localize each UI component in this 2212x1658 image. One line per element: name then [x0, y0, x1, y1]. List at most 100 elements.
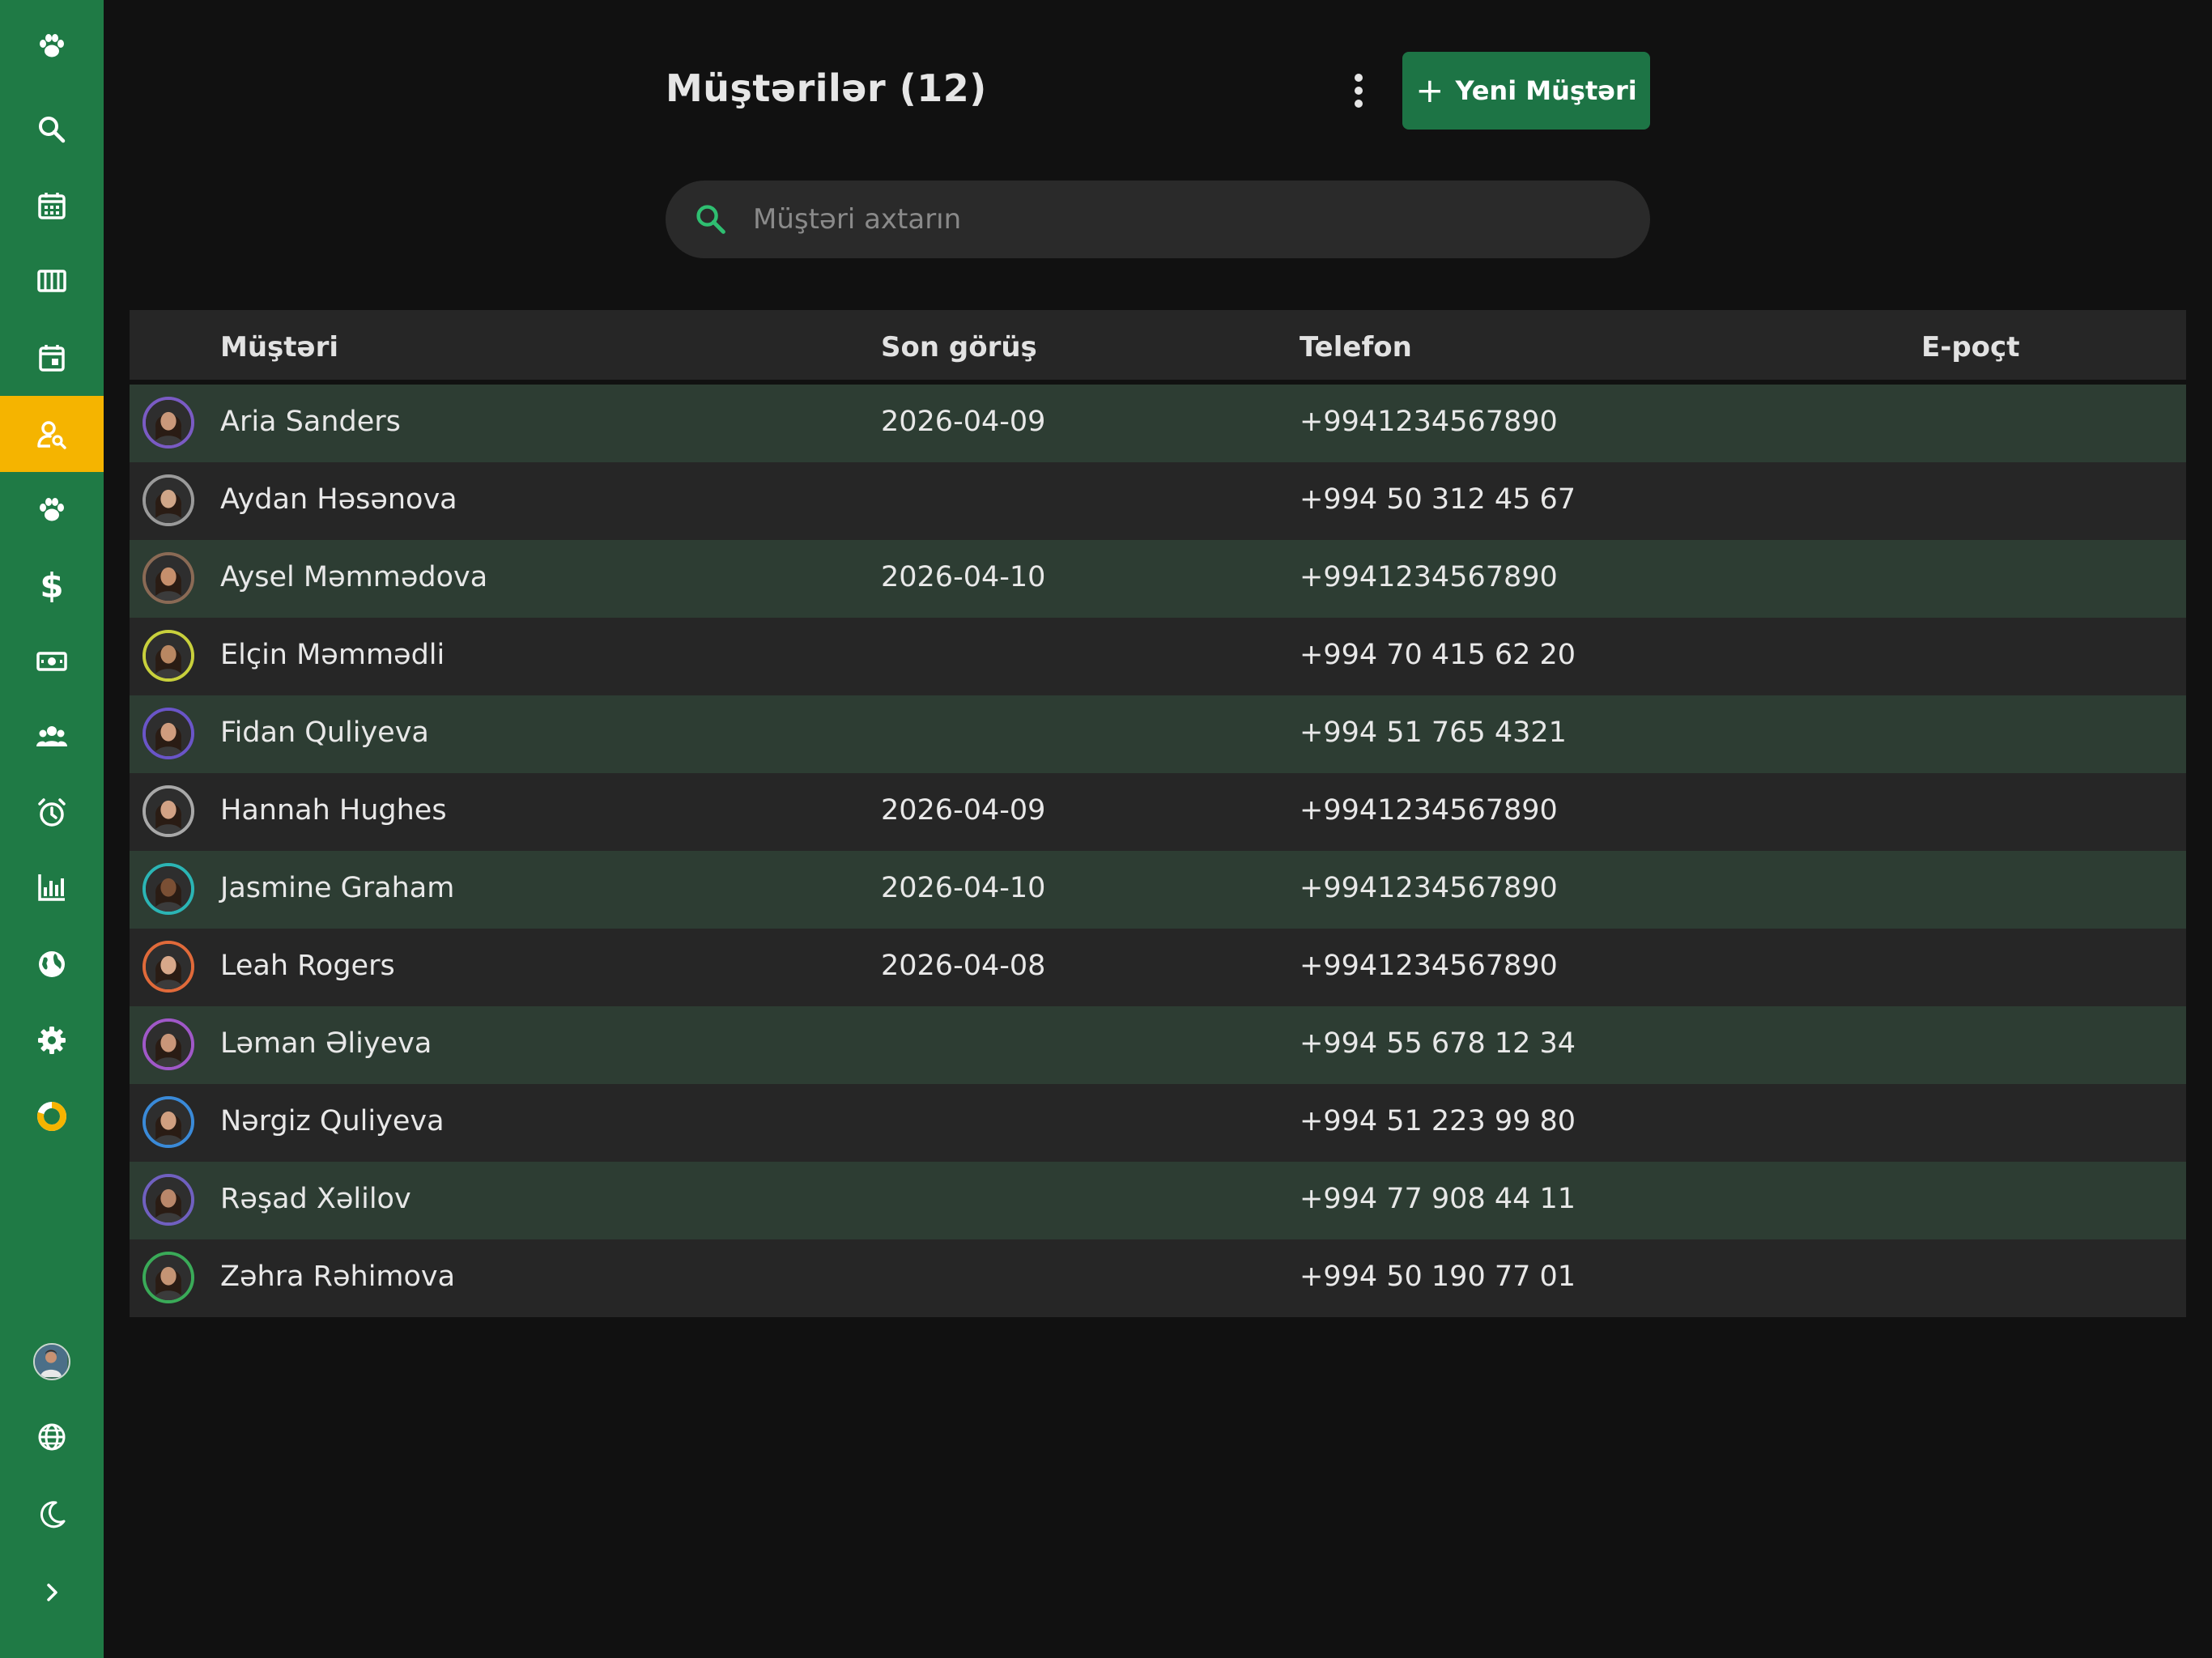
- alarm-clock-icon: [38, 798, 66, 827]
- table-row[interactable]: Elçin Məmmədli +994 70 415 62 20: [130, 618, 2186, 695]
- sidebar-item-search[interactable]: [0, 91, 104, 168]
- customer-phone: +994 77 908 44 11: [1300, 1183, 1576, 1215]
- table-row[interactable]: Jasmine Graham 2026-04-10 +9941234567890: [130, 851, 2186, 929]
- avatar-face: [160, 955, 177, 975]
- customer-phone: +994 50 312 45 67: [1300, 483, 1576, 516]
- customer-name[interactable]: Hannah Hughes: [220, 794, 447, 827]
- gear-icon: [38, 1027, 66, 1054]
- dollar-icon: $: [40, 566, 64, 606]
- customer-avatar: [143, 1252, 194, 1303]
- column-header-last-visit[interactable]: Son görüş: [881, 331, 1037, 363]
- customer-name[interactable]: Elçin Məmmədli: [220, 639, 445, 671]
- column-header-phone[interactable]: Telefon: [1300, 331, 1412, 363]
- sidebar-item-reports[interactable]: [0, 849, 104, 925]
- customer-avatar: [143, 552, 194, 604]
- customer-name[interactable]: Aysel Məmmədova: [220, 561, 487, 593]
- customer-avatar: [143, 941, 194, 993]
- customer-name[interactable]: Nərgiz Quliyeva: [220, 1105, 445, 1137]
- table-row[interactable]: Aydan Həsənova +994 50 312 45 67: [130, 462, 2186, 540]
- paw-icon: [40, 34, 64, 57]
- table-row[interactable]: Aria Sanders 2026-04-09 +9941234567890: [130, 385, 2186, 462]
- avatar-face: [160, 1188, 177, 1208]
- chevron-right-icon: [47, 1584, 57, 1601]
- customer-phone: +994 51 223 99 80: [1300, 1105, 1576, 1137]
- table-row[interactable]: Nərgiz Quliyeva +994 51 223 99 80: [130, 1084, 2186, 1162]
- team-icon: [36, 726, 67, 746]
- customer-phone: +9941234567890: [1300, 406, 1558, 438]
- sidebar-item-team[interactable]: [0, 699, 104, 775]
- customer-name[interactable]: Jasmine Graham: [220, 872, 454, 904]
- new-customer-button[interactable]: + Yeni Müştəri: [1402, 52, 1650, 130]
- sidebar-item-calendar[interactable]: [0, 168, 104, 244]
- sidebar-item-pets[interactable]: [0, 472, 104, 548]
- table-row[interactable]: Ləman Əliyeva +994 55 678 12 34: [130, 1006, 2186, 1084]
- customer-avatar: [143, 1096, 194, 1148]
- customer-phone: +994 50 190 77 01: [1300, 1261, 1576, 1293]
- customer-last-visit: 2026-04-10: [881, 561, 1046, 593]
- search-icon: [39, 117, 66, 143]
- table-row[interactable]: Aysel Məmmədova 2026-04-10 +994123456789…: [130, 540, 2186, 618]
- sidebar-item-customers[interactable]: [0, 396, 104, 472]
- more-options-button[interactable]: [1344, 68, 1373, 113]
- table-body: Aria Sanders 2026-04-09 +9941234567890 A…: [130, 385, 2186, 1317]
- customer-name[interactable]: Ləman Əliyeva: [220, 1027, 432, 1060]
- sidebar-item-settings[interactable]: [0, 1002, 104, 1078]
- customer-phone: +9941234567890: [1300, 950, 1558, 982]
- customer-name[interactable]: Zəhra Rəhimova: [220, 1261, 455, 1293]
- plus-icon: +: [1415, 70, 1444, 110]
- customer-avatar: [143, 397, 194, 449]
- customer-search-input[interactable]: [753, 203, 1650, 236]
- avatar-face: [160, 411, 177, 431]
- avatar-face: [160, 722, 177, 742]
- customer-last-visit: 2026-04-09: [881, 794, 1046, 827]
- avatar-face: [160, 1266, 177, 1286]
- avatar-face: [160, 1033, 177, 1052]
- column-header-customer[interactable]: Müştəri: [220, 331, 338, 363]
- customer-name[interactable]: Aydan Həsənova: [220, 483, 457, 516]
- table-row[interactable]: Hannah Hughes 2026-04-09 +9941234567890: [130, 773, 2186, 851]
- sidebar-language[interactable]: [0, 1399, 104, 1475]
- customer-phone: +994 51 765 4321: [1300, 716, 1567, 749]
- bar-chart-icon: [38, 874, 65, 901]
- customer-name[interactable]: Rəşad Xəlilov: [220, 1183, 411, 1215]
- customer-search-bar[interactable]: [666, 181, 1650, 258]
- customer-name[interactable]: Leah Rogers: [220, 950, 395, 982]
- avatar-face: [160, 1111, 177, 1130]
- sidebar-logo-paw[interactable]: [0, 8, 104, 84]
- table-row[interactable]: Zəhra Rəhimova +994 50 190 77 01: [130, 1239, 2186, 1317]
- column-header-email[interactable]: E-poçt: [1921, 331, 2019, 363]
- sidebar-item-pricing[interactable]: $: [0, 548, 104, 624]
- sidebar: $: [0, 0, 104, 1658]
- table-row[interactable]: Rəşad Xəlilov +994 77 908 44 11: [130, 1162, 2186, 1239]
- sidebar-theme-toggle[interactable]: [0, 1477, 104, 1553]
- new-customer-label: Yeni Müştəri: [1455, 75, 1637, 106]
- sidebar-item-web[interactable]: [0, 926, 104, 1002]
- avatar-face: [160, 878, 177, 897]
- table-row[interactable]: Leah Rogers 2026-04-08 +9941234567890: [130, 929, 2186, 1006]
- customer-phone: +994 55 678 12 34: [1300, 1027, 1576, 1060]
- customer-name[interactable]: Fidan Quliyeva: [220, 716, 429, 749]
- globe-icon: [39, 951, 65, 977]
- sidebar-item-appointments[interactable]: [0, 320, 104, 396]
- search-icon: [696, 205, 725, 234]
- sidebar-item-board[interactable]: [0, 243, 104, 319]
- table-header: Müştəri Son görüş Telefon E-poçt: [130, 310, 2186, 385]
- paw-icon: [40, 498, 64, 521]
- table-row[interactable]: Fidan Quliyeva +994 51 765 4321: [130, 695, 2186, 773]
- customers-table: Müştəri Son görüş Telefon E-poçt Aria Sa…: [130, 310, 2186, 1317]
- sidebar-expand[interactable]: [0, 1554, 104, 1630]
- sidebar-item-payments[interactable]: [0, 623, 104, 699]
- customer-avatar: [143, 474, 194, 526]
- customer-last-visit: 2026-04-08: [881, 950, 1046, 982]
- customer-phone: +994 70 415 62 20: [1300, 639, 1576, 671]
- kebab-menu-icon: [1355, 74, 1363, 108]
- sidebar-item-status[interactable]: [0, 1078, 104, 1154]
- sidebar-profile[interactable]: [0, 1324, 104, 1400]
- customer-name[interactable]: Aria Sanders: [220, 406, 401, 438]
- cash-icon: [36, 652, 67, 671]
- app-root: $ Müştərilər (12) + Yeni Müştəri Müştəri…: [0, 0, 2212, 1658]
- sidebar-item-reminders[interactable]: [0, 775, 104, 851]
- page-title: Müştərilər (12): [666, 66, 987, 110]
- customer-avatar: [143, 1174, 194, 1226]
- customer-phone: +9941234567890: [1300, 561, 1558, 593]
